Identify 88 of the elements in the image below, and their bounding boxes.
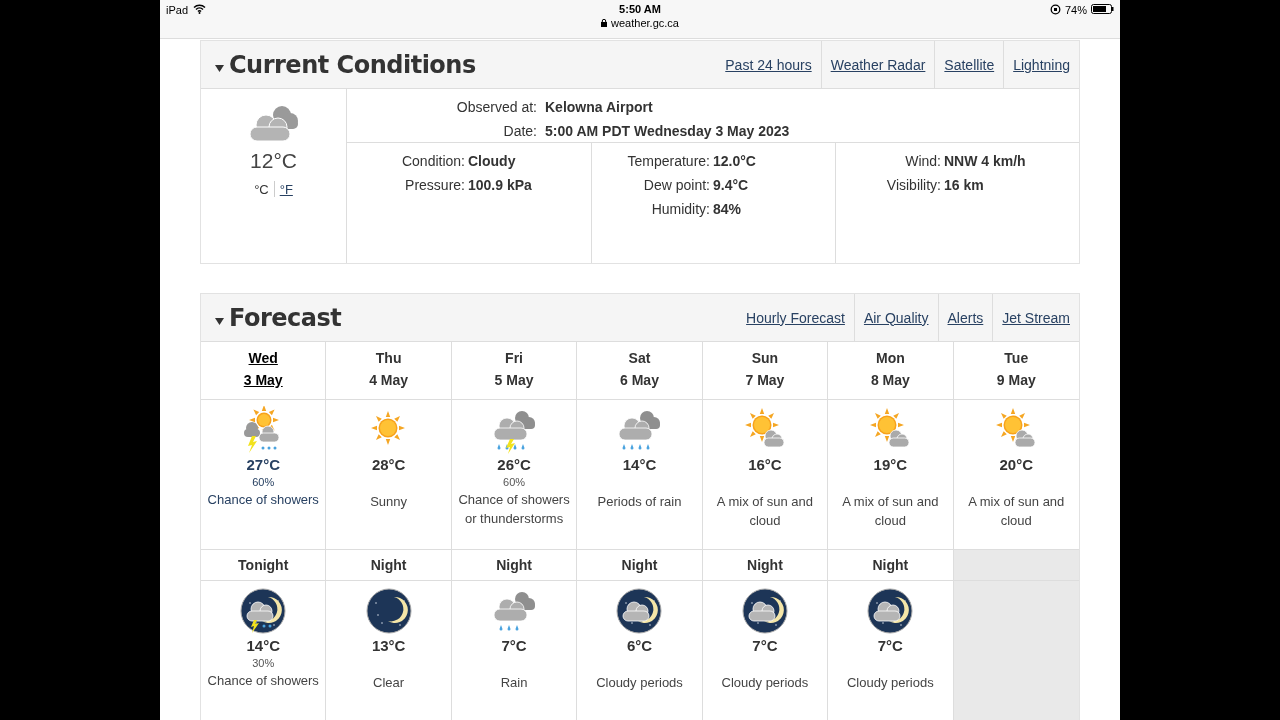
field-label: Humidity:	[650, 200, 710, 219]
moon-cloud-icon	[739, 587, 790, 635]
forecast-summary: Clear	[373, 674, 405, 692]
precipitation-chance: 60%	[503, 476, 526, 488]
field-value: NNW 4 km/h	[944, 152, 1027, 171]
low-temperature: 13°C	[371, 637, 406, 654]
high-temperature: 16°C	[748, 456, 782, 473]
field-label: Pressure:	[404, 176, 465, 195]
field-label: Dew point:	[642, 176, 710, 195]
night-label: Tonight	[201, 550, 327, 581]
day-tab[interactable]: Thu 4 May	[326, 342, 452, 400]
day-tab[interactable]: Sat 6 May	[577, 342, 703, 400]
precipitation-chance: 60%	[252, 476, 275, 488]
field-value: 12.0°C	[713, 152, 757, 171]
battery-percent: 74%	[1064, 4, 1087, 16]
night-label: Night	[702, 550, 829, 581]
field-label: Date:	[502, 122, 537, 141]
field-value: Kelowna Airport	[545, 98, 654, 117]
high-temperature: 28°C	[371, 456, 406, 473]
field-value: 5:00 AM PDT Wednesday 3 May 2023	[545, 122, 791, 141]
battery-icon	[1091, 4, 1114, 14]
forecast-summary: A mix of sun and cloud	[841, 493, 940, 530]
forecast-summary: Periods of rain	[597, 493, 682, 511]
forecast-summary: Chance of showers	[207, 491, 319, 509]
high-temperature: 19°C	[873, 456, 908, 473]
day-tab[interactable]: Sun 7 May	[702, 342, 829, 400]
field-value: Cloudy	[468, 152, 517, 171]
section-title[interactable]: Current Conditions	[229, 50, 476, 79]
night-label: Night	[577, 550, 703, 581]
night-label: Night	[828, 550, 954, 581]
lock-icon	[601, 19, 608, 27]
field-label: Visibility:	[885, 176, 941, 195]
device-name: iPad	[166, 4, 189, 16]
forecast-summary: A mix of sun and cloud	[967, 493, 1066, 530]
forecast-summary: Chance of showers or thunderstorms	[457, 491, 571, 528]
header-link[interactable]: Weather Radar	[820, 41, 935, 88]
low-temperature: 7°C	[877, 637, 903, 654]
high-temperature: 27°C	[246, 456, 280, 473]
high-temperature: 20°C	[999, 456, 1034, 473]
day-tab[interactable]: Wed 3 May	[201, 342, 327, 400]
unit-toggle[interactable]: °F	[279, 181, 293, 197]
low-temperature: 7°C	[752, 637, 778, 654]
clock: 5:50 AM	[619, 3, 661, 15]
night-label: Night	[451, 550, 578, 581]
header-link[interactable]: Hourly Forecast	[737, 294, 854, 341]
field-value: 84%	[713, 200, 743, 219]
high-temperature: 26°C	[497, 456, 531, 473]
field-value: 100.9 kPa	[468, 176, 533, 195]
header-link[interactable]: Air Quality	[853, 294, 938, 341]
address-text[interactable]: weather.gc.ca	[611, 17, 679, 29]
forecast-summary: A mix of sun and cloud	[715, 493, 814, 530]
moon-cloud-icon	[865, 587, 916, 635]
day-tab[interactable]: Tue 9 May	[953, 342, 1079, 400]
forecast-summary: Chance of showers	[207, 672, 319, 690]
moon-cloud-icon	[614, 587, 665, 635]
precipitation-chance: 30%	[252, 657, 275, 669]
forecast-summary: Cloudy periods	[847, 674, 934, 692]
caret-icon[interactable]	[215, 65, 224, 72]
forecast-summary: Cloudy periods	[721, 674, 809, 692]
low-temperature: 6°C	[626, 637, 653, 654]
field-value: 16 km	[944, 176, 985, 195]
moon-icon	[363, 587, 414, 635]
forecast-summary: Cloudy periods	[596, 674, 683, 692]
forecast-summary: Rain	[500, 674, 528, 692]
header-link[interactable]: Past 24 hours	[716, 41, 821, 88]
current-temperature: 12°C	[250, 149, 297, 173]
night-storm-icon	[238, 587, 289, 635]
section-title[interactable]: Forecast	[229, 303, 342, 332]
field-label: Observed at:	[455, 98, 537, 117]
low-temperature: 14°C	[246, 637, 280, 654]
unit-toggle[interactable]: °C	[254, 181, 269, 197]
caret-icon[interactable]	[215, 318, 224, 325]
night-label: Night	[326, 550, 452, 581]
day-tab[interactable]: Fri 5 May	[451, 342, 578, 400]
high-temperature: 14°C	[622, 456, 657, 473]
forecast-summary: Sunny	[370, 493, 408, 511]
header-link[interactable]: Alerts	[937, 294, 993, 341]
header-link[interactable]: Lightning	[1003, 41, 1079, 88]
low-temperature: 7°C	[501, 637, 527, 654]
day-tab[interactable]: Mon 8 May	[828, 342, 954, 400]
rotation-lock-icon	[1049, 4, 1061, 15]
header-link[interactable]: Satellite	[934, 41, 1004, 88]
field-label: Wind:	[904, 152, 941, 171]
header-link[interactable]: Jet Stream	[992, 294, 1079, 341]
field-label: Condition:	[400, 152, 465, 171]
wifi-icon	[193, 4, 207, 14]
field-value: 9.4°C	[713, 176, 750, 195]
field-label: Temperature:	[626, 152, 710, 171]
